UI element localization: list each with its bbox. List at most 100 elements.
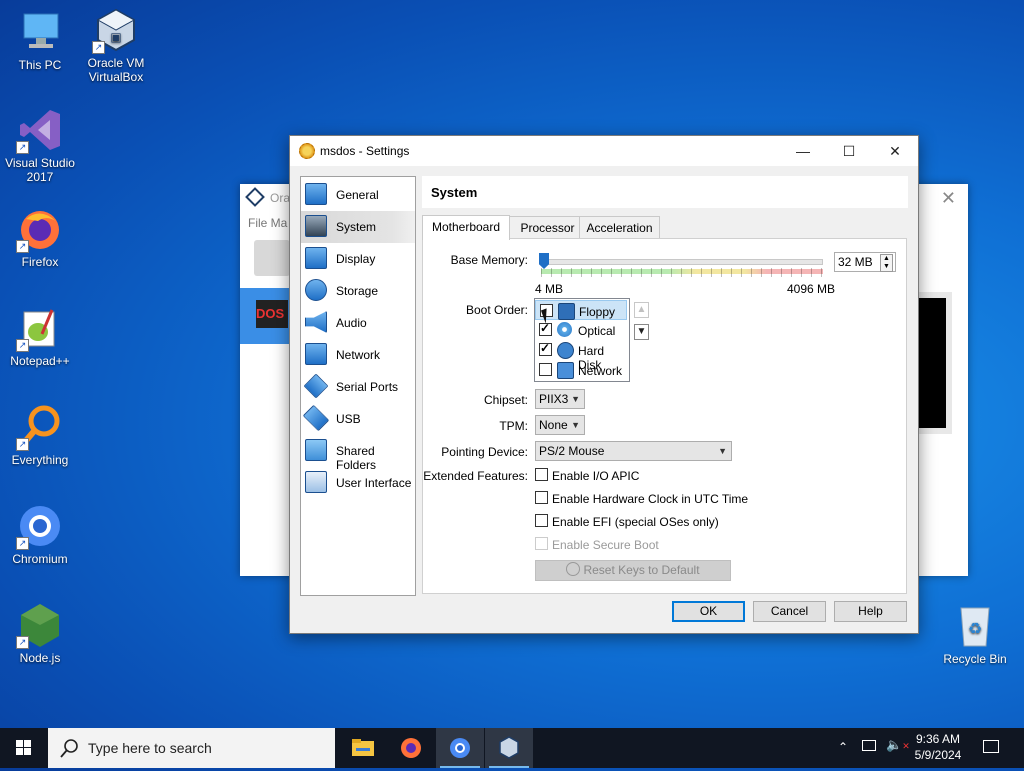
recycle-bin-icon: ♻ <box>951 602 999 650</box>
manager-menu[interactable]: File Ma <box>248 216 287 230</box>
nav-item-storage[interactable]: Storage <box>301 275 415 307</box>
nav-item-usb[interactable]: USB <box>301 403 415 435</box>
nav-item-serial-ports[interactable]: Serial Ports <box>301 371 415 403</box>
dialog-titlebar[interactable]: msdos - Settings — ☐ ✕ <box>290 136 918 166</box>
tpm-select[interactable]: None ▼ <box>535 415 585 435</box>
chevron-up-icon[interactable]: ⌃ <box>838 740 848 754</box>
desktop-icon-firefox[interactable]: ↗ Firefox <box>0 205 80 269</box>
usb-icon <box>302 404 330 432</box>
ok-button[interactable]: OK <box>672 601 745 622</box>
utc-clock-checkbox[interactable] <box>535 491 548 504</box>
nav-item-audio[interactable]: Audio <box>301 307 415 339</box>
desktop-icon-this-pc[interactable]: This PC <box>0 8 80 72</box>
shortcut-arrow-icon: ↗ <box>16 636 29 649</box>
taskbar-chromium[interactable] <box>436 728 484 768</box>
close-button[interactable]: ✕ <box>872 136 918 166</box>
key-icon <box>566 562 581 576</box>
display-icon <box>305 247 327 269</box>
firefox-icon: ↗ <box>16 205 64 253</box>
notifications-icon[interactable] <box>983 740 999 753</box>
boot-hard-disk-checkbox[interactable] <box>539 341 552 356</box>
tools-icon[interactable] <box>254 240 290 276</box>
network-tray-icon[interactable] <box>862 740 876 751</box>
settings-dialog[interactable]: msdos - Settings — ☐ ✕ General System Di… <box>289 135 919 634</box>
shortcut-arrow-icon: ↗ <box>92 41 105 54</box>
section-header: System <box>422 176 908 208</box>
boot-item-optical[interactable]: Optical <box>535 320 627 340</box>
nav-item-network[interactable]: Network <box>301 339 415 371</box>
desktop-icon-nodejs[interactable]: ↗ Node.js <box>0 601 80 665</box>
pointing-device-value: PS/2 Mouse <box>539 444 605 458</box>
boot-order-label: Boot Order: <box>465 303 528 317</box>
desktop-icon-visual-studio[interactable]: ↗ Visual Studio 2017 <box>0 106 80 184</box>
move-down-button[interactable]: ▼ <box>634 324 649 340</box>
nav-label: Serial Ports <box>336 380 399 394</box>
efi-checkbox[interactable] <box>535 514 548 527</box>
maximize-button[interactable]: ☐ <box>826 136 872 166</box>
nodejs-icon: ↗ <box>16 601 64 649</box>
tpm-label: TPM: <box>499 419 528 433</box>
secure-boot-label: Enable Secure Boot <box>552 538 659 552</box>
tab-motherboard[interactable]: Motherboard <box>422 215 510 240</box>
nav-label: Audio <box>336 316 367 330</box>
nav-item-user-interface[interactable]: User Interface <box>301 467 415 499</box>
efi-label: Enable EFI (special OSes only) <box>552 515 719 529</box>
pointing-device-select[interactable]: PS/2 Mouse ▼ <box>535 441 732 461</box>
serial-port-icon <box>303 373 329 399</box>
taskbar-file-explorer[interactable] <box>339 728 387 768</box>
chipset-select[interactable]: PIIX3 ▼ <box>535 389 585 409</box>
memory-min-label: 4 MB <box>535 282 564 296</box>
boot-item-hard-disk[interactable]: Hard Disk <box>535 340 627 372</box>
boot-optical-checkbox[interactable] <box>539 321 552 336</box>
hard-disk-icon <box>557 342 574 359</box>
clock-date: 5/9/2024 <box>914 748 962 762</box>
taskbar-search-box[interactable]: Type here to search <box>48 728 335 768</box>
reset-keys-label: Reset Keys to Default <box>583 563 700 577</box>
chevron-down-icon: ▼ <box>571 420 580 430</box>
boot-network-checkbox[interactable] <box>539 363 552 376</box>
desktop-icon-chromium[interactable]: ↗ Chromium <box>0 502 80 566</box>
folder-icon <box>305 439 327 461</box>
cancel-button[interactable]: Cancel <box>753 601 826 622</box>
taskbar-firefox[interactable] <box>387 728 435 768</box>
floppy-icon <box>558 303 575 320</box>
settings-gear-icon <box>299 143 315 159</box>
folder-icon <box>352 739 374 756</box>
shortcut-arrow-icon: ↗ <box>16 537 29 550</box>
boot-item-network[interactable]: Network <box>535 360 627 380</box>
desktop-icon-notepadpp[interactable]: ↗ Notepad++ <box>0 304 80 368</box>
minimize-button[interactable]: — <box>780 136 826 166</box>
help-button[interactable]: Help <box>834 601 907 622</box>
nav-item-general[interactable]: General <box>301 179 415 211</box>
tab-processor[interactable]: Processor <box>509 216 586 239</box>
secure-boot-checkbox <box>535 537 548 550</box>
tab-acceleration[interactable]: Acceleration <box>579 216 660 239</box>
nav-item-shared-folders[interactable]: Shared Folders <box>301 435 415 472</box>
io-apic-checkbox[interactable] <box>535 468 548 481</box>
dialog-title: msdos - Settings <box>320 144 410 158</box>
memory-spinbox[interactable]: 32 MB ▲ ▼ <box>834 252 896 272</box>
manager-close-icon[interactable]: ✕ <box>941 184 956 212</box>
utc-clock-label: Enable Hardware Clock in UTC Time <box>552 492 749 506</box>
nav-label: Display <box>336 252 376 266</box>
chevron-down-icon: ▼ <box>571 394 580 404</box>
pointing-device-label: Pointing Device: <box>441 445 528 459</box>
virtualbox-icon <box>499 736 519 759</box>
nav-item-display[interactable]: Display <box>301 243 415 275</box>
tray-clock[interactable]: 9:36 AM 5/9/2024 <box>906 731 970 763</box>
svg-text:♻: ♻ <box>968 619 982 638</box>
io-apic-label: Enable I/O APIC <box>552 469 640 483</box>
taskbar-virtualbox[interactable] <box>485 728 533 768</box>
memory-slider[interactable] <box>537 253 827 287</box>
motherboard-pane: Base Memory: 32 MB ▲ ▼ 4 MB 4096 MB Boot … <box>422 238 907 594</box>
search-icon <box>60 739 78 758</box>
spin-arrows-icon[interactable]: ▲ ▼ <box>880 254 893 272</box>
desktop-icon-recycle-bin[interactable]: ♻ Recycle Bin <box>935 602 1015 666</box>
optical-disc-icon <box>557 322 572 337</box>
nav-item-system[interactable]: System <box>301 211 415 243</box>
start-button[interactable] <box>0 728 48 768</box>
desktop-icon-virtualbox[interactable]: ▣ ↗ Oracle VM VirtualBox <box>76 6 156 84</box>
slider-thumb[interactable] <box>539 253 549 269</box>
desktop-icon-everything[interactable]: ↗ Everything <box>0 403 80 467</box>
taskbar: Type here to search ⌃ 🔈✕ 9:36 AM 5/9/202… <box>0 728 1024 768</box>
